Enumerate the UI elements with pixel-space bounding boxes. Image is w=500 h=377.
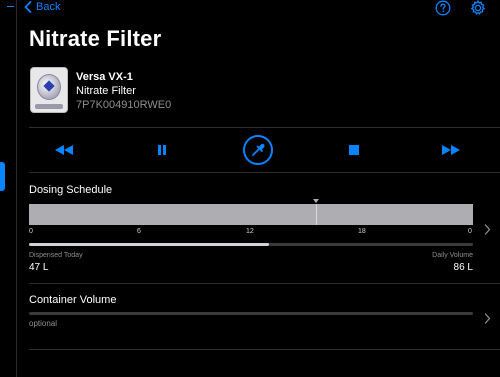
pause-button[interactable] <box>147 130 177 170</box>
page-title: Nitrate Filter <box>29 26 162 51</box>
fast-forward-button[interactable] <box>436 130 466 170</box>
gear-icon <box>470 0 486 15</box>
current-time-line <box>316 204 317 225</box>
schedule-disclosure-button[interactable] <box>484 222 491 240</box>
daily-volume-label: Daily Volume <box>432 252 473 259</box>
question-circle-icon <box>435 0 451 16</box>
daily-volume-value: 86 L <box>453 262 473 273</box>
chevron-left-icon <box>24 1 32 13</box>
dispensed-today-value: 47 L <box>29 262 49 273</box>
stop-button[interactable] <box>339 130 369 170</box>
device-image <box>30 67 68 113</box>
tick-label: 18 <box>358 228 366 235</box>
device-model: Versa VX-1 <box>76 71 133 83</box>
tick-label: 6 <box>137 228 141 235</box>
tick-label: 0 <box>468 228 472 235</box>
dispensed-progress-fill <box>29 243 269 246</box>
chevron-right-icon <box>484 224 491 235</box>
divider <box>29 349 500 350</box>
divider <box>29 283 500 284</box>
sidebar-edge <box>0 0 17 377</box>
device-name: Nitrate Filter <box>76 85 136 97</box>
container-volume-label: Container Volume <box>29 294 117 306</box>
fast-forward-icon <box>442 145 460 155</box>
container-volume-bar <box>29 312 473 315</box>
schedule-hour-ticks: 0 6 12 18 0 <box>29 228 473 238</box>
settings-button[interactable] <box>469 0 487 21</box>
tick-label: 12 <box>246 228 254 235</box>
tick-label: 0 <box>29 228 33 235</box>
back-button[interactable]: Back <box>24 1 60 13</box>
dispensed-progress-bar <box>29 243 473 246</box>
device-card: Versa VX-1 Nitrate Filter 7P7K004910RWE0 <box>30 67 171 113</box>
dosing-schedule-timeline[interactable] <box>29 204 473 225</box>
sidebar-selection-indicator <box>0 162 5 191</box>
back-label: Back <box>36 1 61 13</box>
chevron-right-icon <box>484 313 491 324</box>
divider <box>29 127 500 128</box>
pump-controls <box>29 130 469 170</box>
navigation-bar: Back <box>24 0 60 14</box>
divider <box>29 172 500 173</box>
pipette-icon <box>252 143 265 156</box>
stop-icon <box>349 145 359 155</box>
container-volume-placeholder: optional <box>29 319 58 328</box>
dosing-schedule-label: Dosing Schedule <box>29 184 113 196</box>
rewind-icon <box>55 145 73 155</box>
dose-now-button[interactable] <box>241 130 275 170</box>
dispensed-today-label: Dispensed Today <box>29 252 83 259</box>
pause-icon <box>158 145 166 155</box>
container-volume-disclosure-button[interactable] <box>484 311 491 329</box>
rewind-button[interactable] <box>49 130 79 170</box>
help-button[interactable] <box>435 0 451 21</box>
sidebar-minus-icon[interactable] <box>7 6 14 7</box>
device-serial: 7P7K004910RWE0 <box>76 99 172 111</box>
current-time-marker <box>313 199 319 203</box>
